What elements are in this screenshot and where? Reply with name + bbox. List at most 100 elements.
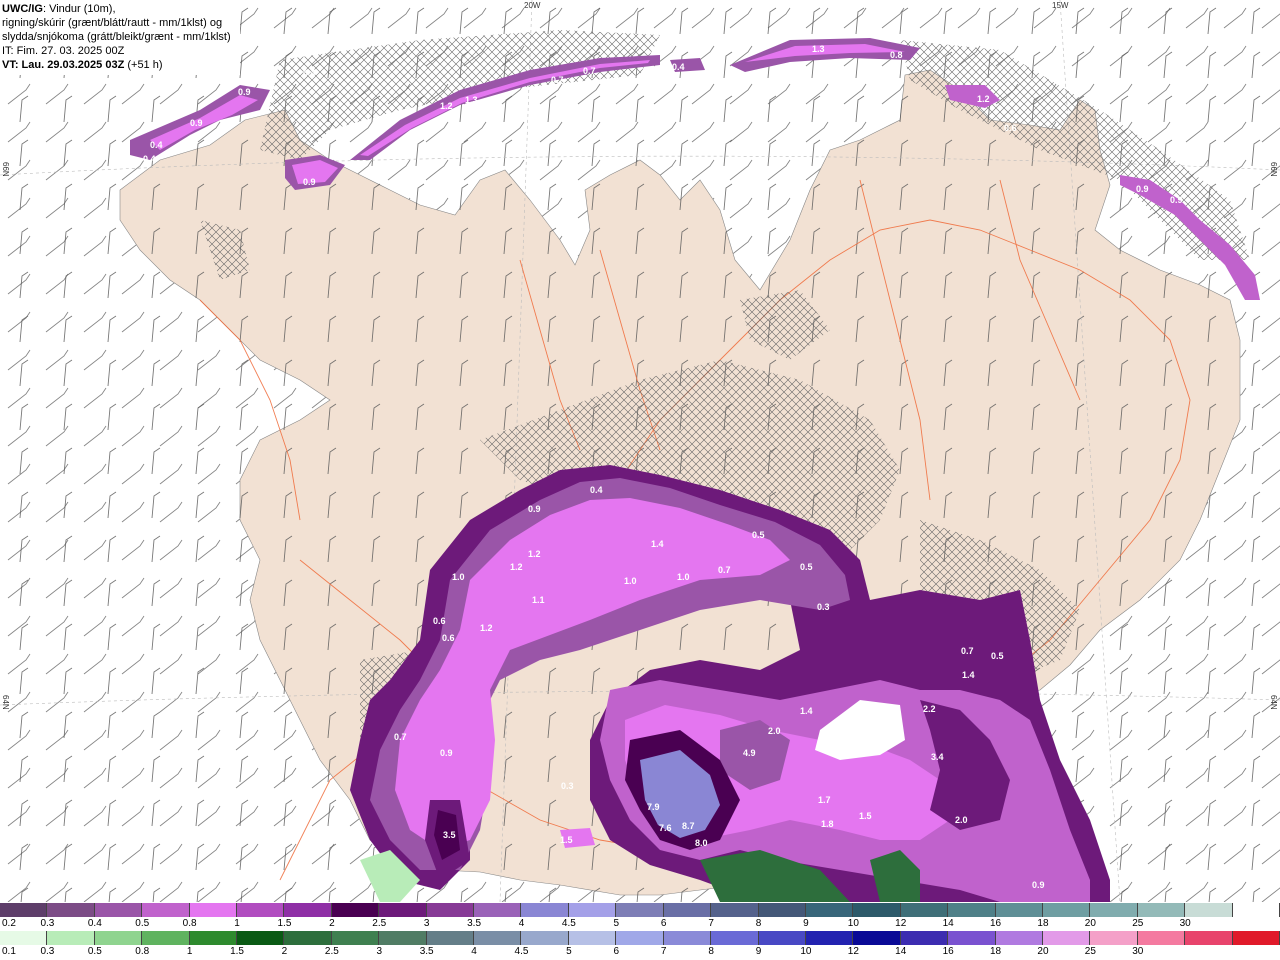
- legend-snow-swatch: [900, 903, 949, 917]
- precip-value: 4.9: [743, 748, 756, 758]
- legend-rain-swatch: [663, 931, 712, 945]
- precip-value: 1.5: [859, 811, 872, 821]
- legend-rain-swatch: [995, 931, 1043, 945]
- legend-rain-label: 4.5: [514, 946, 529, 957]
- legend-snow-label: 30: [1179, 918, 1191, 929]
- legend-snow-label: 7: [708, 918, 714, 929]
- legend-rain-swatch: [900, 931, 949, 945]
- legend-snow-label: 1.5: [277, 918, 292, 929]
- legend-snow-swatch: [474, 903, 522, 917]
- legend-rain-swatch: [521, 931, 569, 945]
- precip-value: 1.0: [452, 572, 465, 582]
- legend-rain-swatch: [805, 931, 854, 945]
- legend-snow-label: 4: [518, 918, 525, 929]
- legend-snow-swatch: [379, 903, 427, 917]
- legend-rain-label: 1.5: [230, 946, 244, 957]
- legend-snow-label: 3: [423, 918, 430, 929]
- precip-value: 0.5: [752, 530, 765, 540]
- legend-snow-swatch: [521, 903, 569, 917]
- precip-value: 2.2: [923, 704, 936, 714]
- legend-snow-swatch: [1042, 903, 1091, 917]
- precip-value: 0.4: [590, 485, 603, 495]
- legend-snow-swatch: [853, 903, 901, 917]
- rain-description: rigning/skúrir (grænt/blátt/rautt - mm/1…: [2, 17, 223, 29]
- legend-rain-label: 20: [1037, 946, 1049, 957]
- precip-value: 0.7: [394, 732, 407, 742]
- model-name: UWC/IG: [2, 3, 43, 15]
- legend-rain-swatch: [568, 931, 617, 945]
- precip-value: 0.6: [442, 633, 455, 643]
- legend-rain-swatch: [142, 931, 190, 945]
- map-header: UWC/IG: Vindur (10m), rigning/skúrir (gr…: [0, 0, 240, 75]
- legend-snow-swatch: [142, 903, 190, 917]
- precip-value: 3.4: [931, 752, 944, 762]
- lat-label-left-66n: 66N: [1, 162, 10, 177]
- legend-snow-swatch: [568, 903, 617, 917]
- legend-snow-swatch: [284, 903, 332, 917]
- legend-rain-swatch: [1232, 931, 1280, 945]
- precip-value: 1.2: [440, 101, 453, 111]
- legend-rain-swatch: [1185, 931, 1233, 945]
- legend-rain-label: 8: [708, 946, 714, 957]
- precip-value: 1.2: [977, 94, 990, 104]
- legend-snow-label: 0.5: [135, 918, 150, 929]
- legend-snow-swatch: [331, 903, 380, 917]
- precip-value: 1.2: [528, 549, 541, 559]
- legend-rain-label: 14: [895, 946, 907, 957]
- legend-rain-label: 6: [613, 946, 620, 957]
- legend-rain-swatch: [331, 931, 380, 945]
- precip-value: 1.7: [818, 795, 831, 805]
- lon-label-20w: 20W: [524, 1, 541, 10]
- legend-snow-swatch: [758, 903, 806, 917]
- legend-rain-label: 2: [281, 946, 288, 957]
- precip-value: 8.7: [682, 821, 695, 831]
- legend-rain-label: 10: [800, 946, 812, 957]
- legend-rain-label: 1: [186, 946, 193, 957]
- precip-value: 1.3: [812, 44, 825, 54]
- lat-label-right-64n: 64N: [1269, 695, 1278, 710]
- legend-snow-label: 0.4: [87, 918, 102, 929]
- precip-value: 0.7: [583, 66, 596, 76]
- precip-value: 0.8: [890, 50, 903, 60]
- precip-value: 0.7: [551, 75, 564, 85]
- legend-rain-swatch: [1090, 931, 1138, 945]
- legend-snow-label: 2.5: [372, 918, 387, 929]
- weather-map[interactable]: 0.4 0.9 0.9 0.4 0.4 0.9 1.2 1.3 0.7 0.7 …: [0, 0, 1280, 903]
- precip-value: 0.5: [991, 651, 1004, 661]
- precip-value: 0.9: [1136, 184, 1149, 194]
- precip-value: 1.0: [677, 572, 690, 582]
- legend-snow-swatch: [47, 903, 95, 917]
- legend-snow-label: 9: [803, 918, 809, 929]
- legend-snow-label: 0.8: [182, 918, 197, 929]
- lat-label-right-66n: 66N: [1269, 162, 1278, 177]
- precip-value: 0.4: [303, 68, 316, 78]
- legend-snow-labels: 0.2 0.3 0.4 0.5 0.8 1 1.5 2 2.5 3 3.5 4 4.5 5 6 7 8 9 10 12…: [0, 918, 1280, 930]
- legend-rain-swatch: [426, 931, 475, 945]
- legend-snow-label: 16: [989, 918, 1002, 929]
- precip-value: 0.3: [817, 602, 830, 612]
- precip-value: 0.7: [961, 646, 974, 656]
- precip-value: 1.3: [465, 95, 478, 105]
- precip-value: 0.6: [433, 616, 446, 626]
- lat-label-left-64n: 64N: [1, 695, 10, 710]
- legend-snow-swatch: [663, 903, 712, 917]
- legend-rain-swatch: [284, 931, 332, 945]
- legend-snow-label: 14: [942, 918, 954, 929]
- legend-snow-swatch: [94, 903, 143, 917]
- legend-rain-swatch: [189, 931, 238, 945]
- legend-rain-swatch: [1042, 931, 1091, 945]
- precip-value: 1.4: [800, 706, 813, 716]
- precip-value: 1.5: [560, 835, 573, 845]
- legend-snow-swatch: [1232, 903, 1280, 917]
- legend-rain-label: 2.5: [324, 946, 339, 957]
- legend-snow-label: 4.5: [561, 918, 576, 929]
- precip-value: 7.6: [659, 823, 672, 833]
- precip-value: 3.5: [443, 830, 456, 840]
- legend-snow-label: 0.2: [2, 918, 16, 929]
- precip-value: 0.4: [143, 154, 156, 164]
- legend-snow-swatch: [1090, 903, 1138, 917]
- legend-rain-labels: 0.1 0.3 0.5 0.8 1 1.5 2 2.5 3 3.5 4 4.5 5 6 7 8 9 10 12 14 1…: [0, 946, 1280, 958]
- legend-snow-label: 5: [613, 918, 620, 929]
- legend-rain-label: 30: [1132, 946, 1144, 957]
- legend-snow-swatch: [995, 903, 1043, 917]
